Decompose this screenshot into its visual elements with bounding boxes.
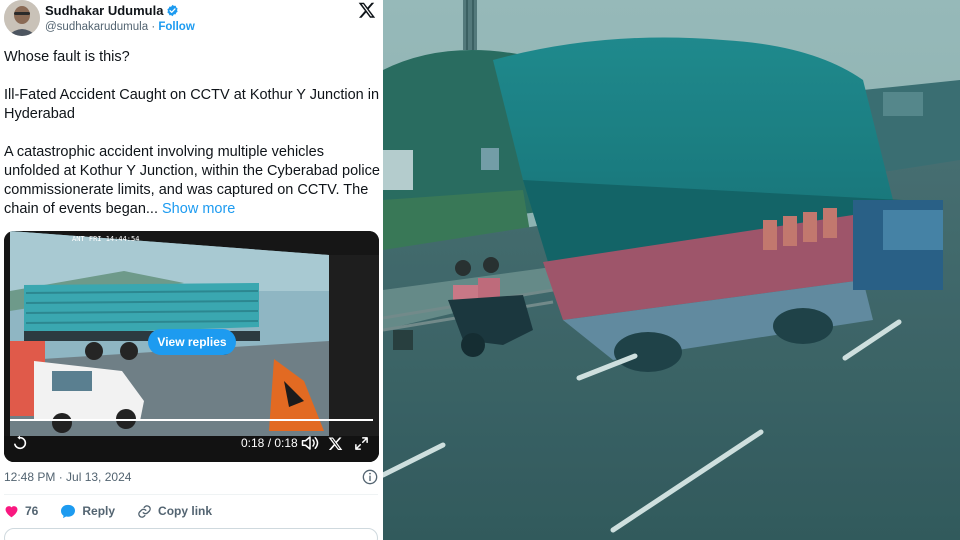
reply-label: Reply: [82, 504, 116, 518]
video-elapsed: 0:18: [241, 436, 265, 450]
like-count: 76: [25, 504, 39, 518]
follow-button[interactable]: Follow: [158, 21, 194, 33]
divider: [4, 494, 378, 495]
info-icon[interactable]: [362, 469, 378, 485]
tweet-actions: 76 Reply Copy link: [4, 501, 234, 521]
tweet-headline: Ill-Fated Accident Caught on CCTV at Kot…: [4, 87, 380, 122]
tweet-card: Sudhakar Udumula @sudhakarudumula · Foll…: [0, 0, 382, 540]
cctv-scene: [383, 0, 960, 540]
reply-box[interactable]: [4, 528, 378, 540]
author-handle[interactable]: @sudhakarudumula: [45, 21, 148, 33]
replay-icon[interactable]: [12, 433, 28, 453]
video-duration: 0:18: [274, 436, 298, 450]
avatar[interactable]: [4, 0, 40, 36]
view-replies-button[interactable]: View replies: [148, 329, 236, 355]
tweet-header: Sudhakar Udumula @sudhakarudumula · Foll…: [4, 0, 378, 40]
like-button[interactable]: 76: [4, 504, 38, 518]
video-time: 0:18 / 0:18: [241, 433, 298, 453]
tweet-text: Whose fault is this? Ill-Fated Accident …: [4, 48, 380, 219]
heart-icon: [4, 504, 19, 518]
x-logo-icon[interactable]: [358, 1, 376, 19]
verified-badge-icon: [166, 4, 179, 17]
tweet-timestamp[interactable]: 12:48 PM · Jul 13, 2024: [4, 470, 131, 484]
reply-button[interactable]: Reply: [60, 504, 115, 519]
handle-separator: ·: [151, 21, 156, 33]
author-name[interactable]: Sudhakar Udumula: [45, 3, 163, 18]
tweet-question: Whose fault is this?: [4, 49, 130, 65]
tweet-body-paragraph: A catastrophic accident involving multip…: [4, 143, 380, 219]
cctv-still-image: [383, 0, 960, 540]
x-share-icon[interactable]: [328, 433, 344, 453]
show-more-link[interactable]: Show more: [162, 201, 235, 217]
author-handle-row: @sudhakarudumula · Follow: [45, 21, 195, 33]
video-time-separator: /: [264, 436, 275, 450]
cctv-timestamp: ANT FRI 14:44:54: [72, 235, 139, 243]
copy-link-button[interactable]: Copy link: [137, 504, 212, 519]
volume-icon[interactable]: [301, 433, 319, 453]
link-icon: [137, 504, 152, 519]
fullscreen-icon[interactable]: [354, 433, 370, 453]
video-progress-bar[interactable]: [10, 419, 373, 421]
reply-bubble-icon: [60, 504, 76, 519]
copy-link-label: Copy link: [158, 504, 213, 518]
